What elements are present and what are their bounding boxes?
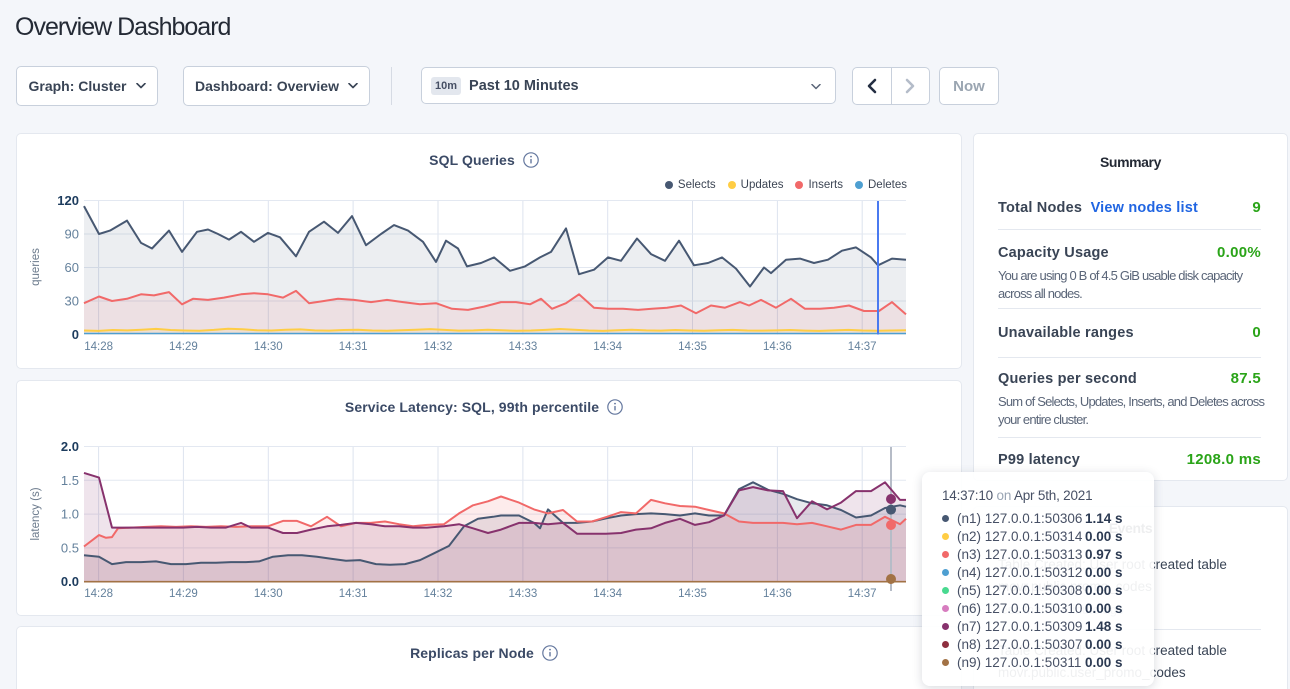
svg-text:14:36: 14:36 [763, 588, 792, 600]
svg-text:14:37: 14:37 [848, 588, 877, 600]
svg-text:0: 0 [72, 327, 79, 342]
svg-text:120: 120 [57, 193, 79, 208]
svg-text:14:28: 14:28 [84, 341, 113, 353]
svg-text:1.0: 1.0 [61, 507, 79, 522]
svg-text:14:34: 14:34 [593, 588, 622, 600]
svg-text:14:33: 14:33 [509, 341, 538, 353]
svg-text:14:32: 14:32 [424, 588, 453, 600]
svg-text:60: 60 [65, 260, 79, 275]
svg-text:14:35: 14:35 [678, 588, 707, 600]
svg-text:14:28: 14:28 [84, 588, 113, 600]
svg-text:queries: queries [30, 248, 42, 286]
svg-text:14:35: 14:35 [678, 341, 707, 353]
svg-text:0.5: 0.5 [61, 540, 79, 555]
svg-text:90: 90 [65, 227, 79, 242]
svg-text:14:34: 14:34 [593, 341, 622, 353]
svg-text:14:31: 14:31 [339, 341, 368, 353]
svg-text:14:31: 14:31 [339, 588, 368, 600]
svg-text:1.5: 1.5 [61, 473, 79, 488]
svg-text:14:32: 14:32 [424, 341, 453, 353]
svg-text:14:33: 14:33 [509, 588, 538, 600]
svg-text:14:37: 14:37 [848, 341, 877, 353]
svg-text:30: 30 [65, 294, 79, 309]
svg-text:14:30: 14:30 [254, 341, 283, 353]
svg-text:latency (s): latency (s) [30, 487, 42, 540]
svg-text:2.0: 2.0 [61, 439, 79, 454]
svg-text:14:29: 14:29 [169, 588, 198, 600]
svg-text:14:36: 14:36 [763, 341, 792, 353]
svg-text:0.0: 0.0 [61, 574, 79, 589]
svg-text:14:30: 14:30 [254, 588, 283, 600]
svg-text:14:29: 14:29 [169, 341, 198, 353]
